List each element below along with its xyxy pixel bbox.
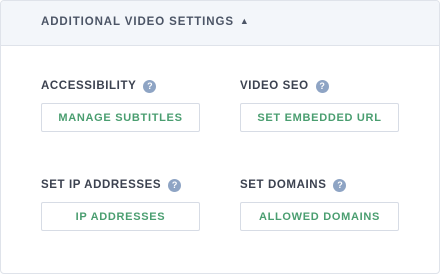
accessibility-label-text: ACCESSIBILITY — [41, 80, 137, 92]
video-settings-panel: ADDITIONAL VIDEO SETTINGS ▲ ACCESSIBILITY… — [0, 0, 440, 274]
domains-group: SET DOMAINS? ALLOWED DOMAINS — [240, 178, 410, 238]
accessibility-group: ACCESSIBILITY? MANAGE SUBTITLES — [41, 79, 211, 139]
domains-label-text: SET DOMAINS — [240, 179, 327, 191]
ip-addresses-button[interactable]: IP ADDRESSES — [41, 202, 200, 231]
accessibility-label: ACCESSIBILITY? — [41, 79, 211, 93]
video-seo-label-text: VIDEO SEO — [240, 80, 309, 92]
panel-header-toggle[interactable]: ADDITIONAL VIDEO SETTINGS ▲ — [1, 1, 439, 46]
panel-title-text: ADDITIONAL VIDEO SETTINGS — [41, 16, 234, 28]
help-icon[interactable]: ? — [315, 80, 329, 93]
ip-addresses-group: SET IP ADDRESSES? IP ADDRESSES — [41, 178, 211, 238]
allowed-domains-button[interactable]: ALLOWED DOMAINS — [240, 202, 399, 231]
ip-addresses-label-text: SET IP ADDRESSES — [41, 179, 162, 191]
manage-subtitles-button[interactable]: MANAGE SUBTITLES — [41, 103, 200, 132]
panel-title: ADDITIONAL VIDEO SETTINGS ▲ — [41, 16, 250, 28]
set-embedded-url-button[interactable]: SET EMBEDDED URL — [240, 103, 399, 132]
help-icon[interactable]: ? — [168, 179, 182, 192]
video-seo-label: VIDEO SEO? — [240, 79, 410, 93]
ip-addresses-label: SET IP ADDRESSES? — [41, 178, 211, 192]
domains-label: SET DOMAINS? — [240, 178, 410, 192]
video-seo-group: VIDEO SEO? SET EMBEDDED URL — [240, 79, 410, 139]
help-icon[interactable]: ? — [143, 80, 157, 93]
help-icon[interactable]: ? — [333, 179, 347, 192]
caret-up-icon[interactable]: ▲ — [240, 16, 250, 26]
